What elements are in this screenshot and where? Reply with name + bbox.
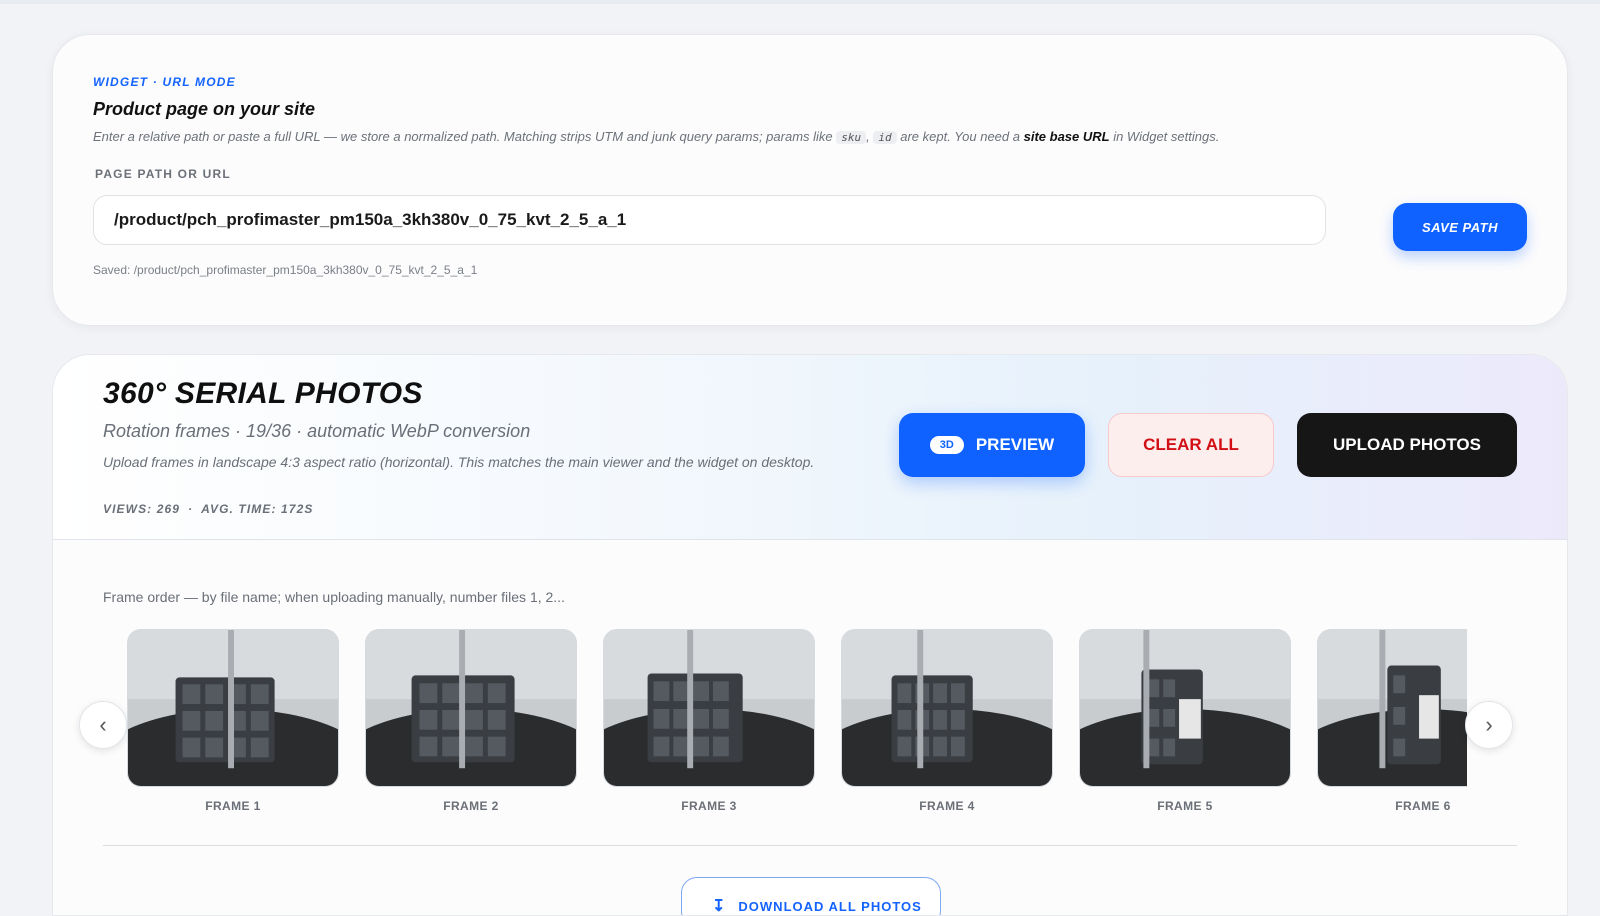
desc-sep: , (866, 129, 874, 144)
desc-text-1: Enter a relative path or paste a full UR… (93, 129, 837, 144)
frame-thumbnail (1079, 629, 1291, 787)
download-label: DOWNLOAD ALL PHOTOS (738, 899, 922, 914)
frame-item[interactable]: FRAME 4 (841, 629, 1053, 813)
stats-separator: · (188, 502, 194, 516)
frame-label: FRAME 5 (1157, 799, 1213, 813)
frame-item[interactable]: FRAME 3 (603, 629, 815, 813)
section-divider (103, 845, 1517, 846)
frame-strip: FRAME 1 FRAME 2 FRAME 3 FRAME 4 FRAME 5 … (127, 629, 1467, 829)
code-id: id (873, 131, 897, 144)
serial-stats: VIEWS: 269 · AVG. TIME: 172S (103, 502, 313, 516)
save-path-button[interactable]: SAVE PATH (1393, 203, 1527, 251)
frame-label: FRAME 1 (205, 799, 261, 813)
section-title: Product page on your site (93, 99, 316, 119)
desc-text-2: are kept. You need a (896, 129, 1024, 144)
serial-subtitle: Rotation frames · 19/36 · automatic WebP… (103, 421, 531, 441)
frame-thumbnail (841, 629, 1053, 787)
frame-label: FRAME 6 (1395, 799, 1451, 813)
frame-order-hint: Frame order — by file name; when uploadi… (103, 589, 565, 605)
desc-text-3: in Widget settings. (1109, 129, 1220, 144)
saved-note: Saved: /product/pch_profimaster_pm150a_3… (93, 263, 478, 277)
chevron-left-icon: ‹ (99, 712, 107, 737)
path-field-label: PAGE PATH OR URL (95, 167, 231, 181)
frame-label: FRAME 2 (443, 799, 499, 813)
frame-label: FRAME 3 (681, 799, 737, 813)
desc-bold: site base URL (1023, 129, 1110, 144)
serial-note: Upload frames in landscape 4:3 aspect ra… (103, 454, 815, 470)
section-description: Enter a relative path or paste a full UR… (93, 129, 1393, 144)
code-sku: sku (836, 131, 867, 144)
preview-label: PREVIEW (975, 435, 1055, 454)
download-icon: ↧ (712, 898, 727, 915)
frame-item[interactable]: FRAME 6 (1317, 629, 1467, 813)
serial-title: 360° SERIAL PHOTOS (103, 377, 423, 410)
frame-thumbnail (127, 629, 339, 787)
avg-time: AVG. TIME: 172S (201, 502, 314, 516)
page-path-input[interactable] (93, 195, 1326, 245)
serial-header: 360° SERIAL PHOTOS Rotation frames · 19/… (53, 355, 1567, 540)
section-kicker: WIDGET · URL MODE (93, 75, 236, 89)
url-mode-card: WIDGET · URL MODE Product page on your s… (52, 34, 1568, 326)
frame-thumbnail (365, 629, 577, 787)
upload-photos-button[interactable]: UPLOAD PHOTOS (1297, 413, 1517, 477)
frame-thumbnail (603, 629, 815, 787)
prev-frames-button[interactable]: ‹ (79, 701, 127, 749)
3d-badge: 3D (929, 436, 964, 454)
download-all-photos-button[interactable]: ↧ DOWNLOAD ALL PHOTOS (681, 877, 941, 915)
frame-label: FRAME 4 (919, 799, 975, 813)
frame-item[interactable]: FRAME 5 (1079, 629, 1291, 813)
next-frames-button[interactable]: › (1465, 701, 1513, 749)
frame-item[interactable]: FRAME 2 (365, 629, 577, 813)
preview-button[interactable]: 3D PREVIEW (899, 413, 1085, 477)
frame-thumbnail (1317, 629, 1467, 787)
serial-photos-card: 360° SERIAL PHOTOS Rotation frames · 19/… (52, 354, 1568, 916)
frame-item[interactable]: FRAME 1 (127, 629, 339, 813)
top-edge (0, 0, 1600, 4)
views-count: VIEWS: 269 (103, 502, 181, 516)
chevron-right-icon: › (1485, 712, 1493, 737)
clear-all-button[interactable]: CLEAR ALL (1108, 413, 1274, 477)
